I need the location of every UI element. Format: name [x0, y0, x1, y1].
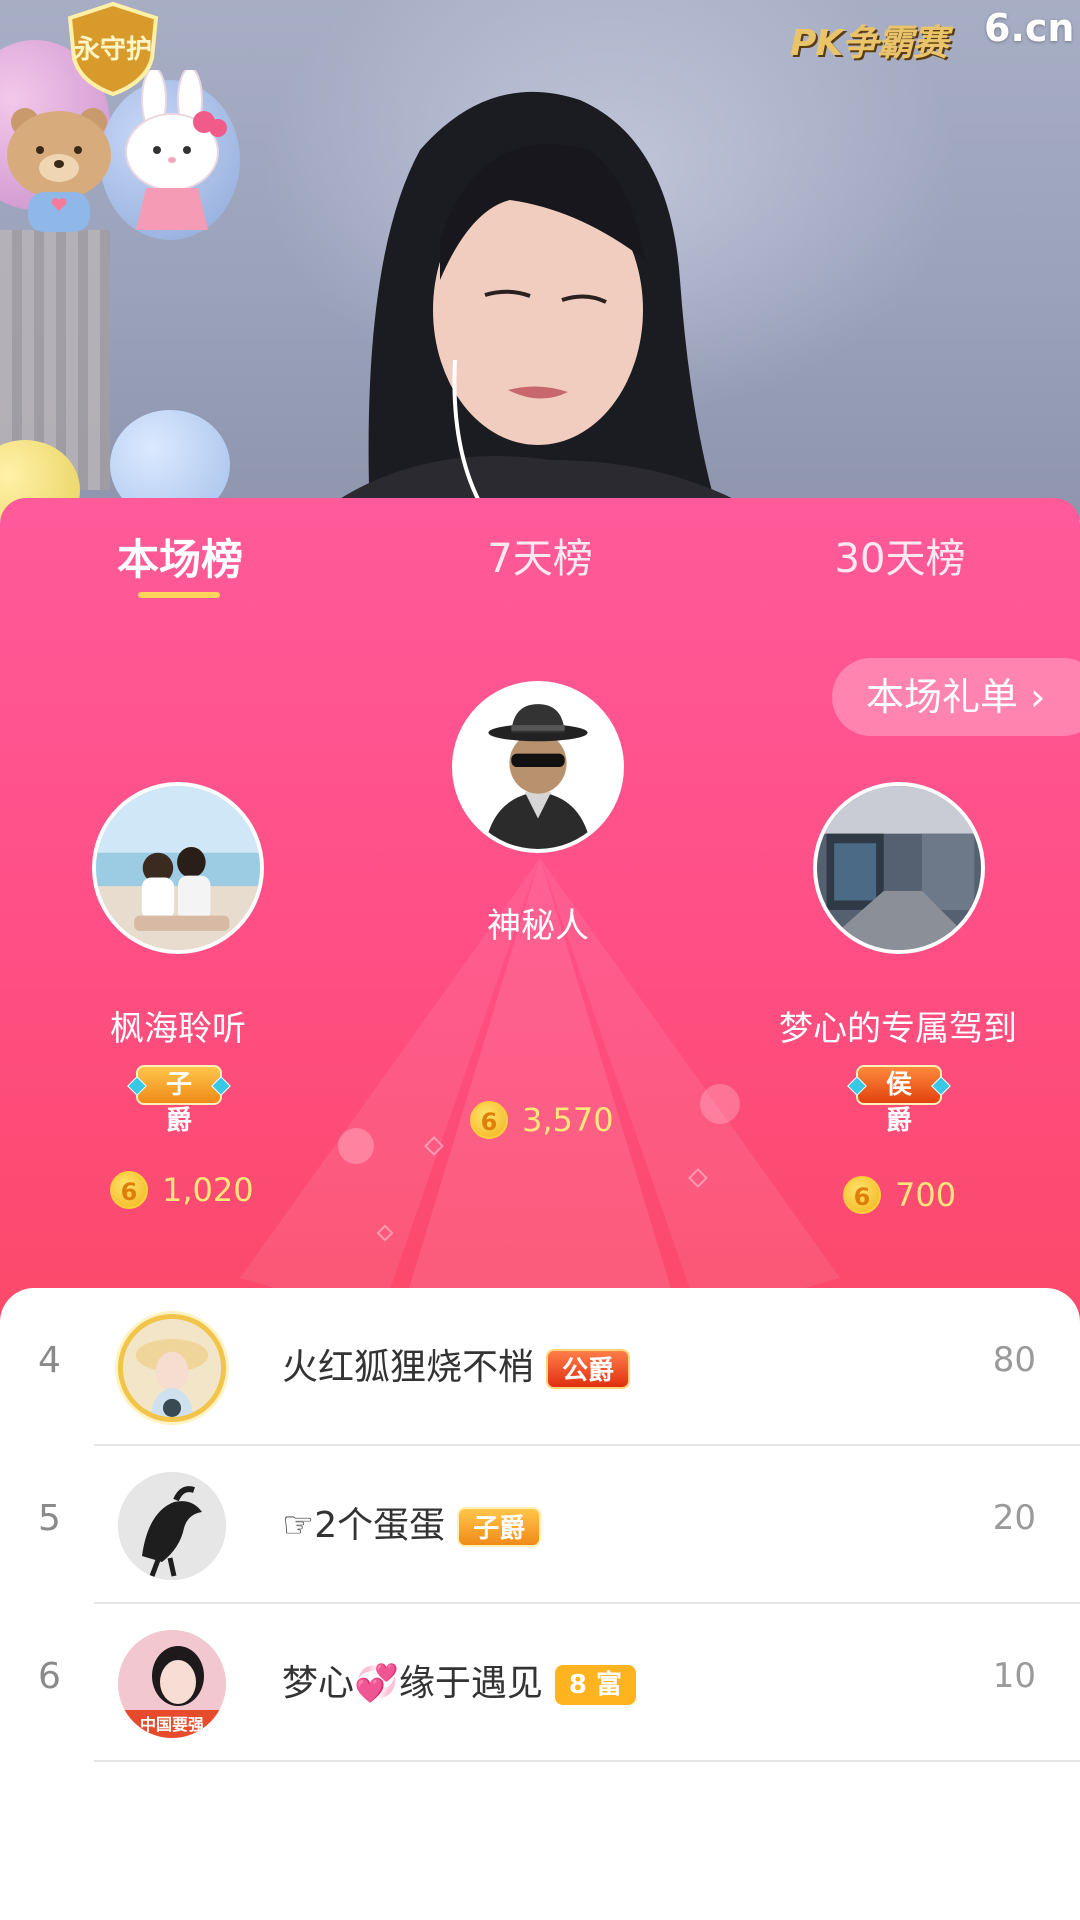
- tab-bar: 本场榜 7天榜 30天榜: [0, 498, 1080, 618]
- user-score: 80: [992, 1340, 1036, 1380]
- user-name: 梦心💞缘于遇见: [282, 1663, 543, 1704]
- mall-photo: [817, 786, 981, 950]
- selfie-avatar-photo: 中国要强: [118, 1630, 226, 1738]
- ranking-list: 4 火红狐狸烧不梢 公爵 80 5 ☞2个蛋蛋 子爵 20 6 中国要强 梦心💞…: [0, 1288, 1080, 1920]
- live-video[interactable]: 永守护 PK争霸赛 6.cn: [0, 0, 1080, 520]
- rank-number: 4: [38, 1340, 61, 1381]
- list-item[interactable]: 6 中国要强 梦心💞缘于遇见 8 富 10: [0, 1604, 1080, 1762]
- avatar-caption: 中国要强: [140, 1715, 204, 1734]
- list-item-name-wrap: ☞2个蛋蛋 子爵: [282, 1496, 542, 1548]
- coin-icon: 6: [470, 1101, 508, 1139]
- third-place-avatar[interactable]: [813, 782, 985, 954]
- tab-7-days[interactable]: 7天榜: [420, 526, 660, 584]
- avatar[interactable]: [118, 1472, 226, 1580]
- second-place-avatar[interactable]: [92, 782, 264, 954]
- cosplay-avatar-photo: [123, 1319, 221, 1417]
- viscount-badge: 子爵: [136, 1065, 222, 1136]
- site-logo: 6.cn: [984, 6, 1075, 50]
- tab-this-show[interactable]: 本场榜: [60, 526, 300, 587]
- coin-icon: 6: [843, 1176, 881, 1214]
- avatar[interactable]: 中国要强: [118, 1630, 226, 1738]
- guard-badge-text: 永守护: [74, 34, 152, 65]
- list-item[interactable]: 5 ☞2个蛋蛋 子爵 20: [0, 1446, 1080, 1604]
- user-name: ☞2个蛋蛋: [282, 1505, 446, 1546]
- marquis-badge: 侯爵: [856, 1065, 942, 1136]
- bunny-sticker-icon: [125, 70, 227, 230]
- viscount-badge: 子爵: [457, 1507, 542, 1547]
- duke-badge: 公爵: [546, 1349, 631, 1389]
- streamer-figure: [310, 91, 770, 520]
- tab-30-days[interactable]: 30天榜: [780, 526, 1020, 584]
- first-place-avatar[interactable]: [452, 681, 624, 853]
- user-score: 10: [992, 1656, 1036, 1696]
- beach-couple-photo: [96, 786, 260, 950]
- bear-sticker-icon: [7, 108, 111, 232]
- rank-number: 6: [38, 1656, 61, 1697]
- wealth-level-badge: 8 富: [554, 1665, 636, 1705]
- pk-logo: PK争霸赛: [790, 23, 948, 64]
- user-name: 火红狐狸烧不梢: [282, 1347, 535, 1388]
- user-score: 20: [992, 1498, 1036, 1538]
- horse-painting-photo: [118, 1472, 226, 1580]
- avatar[interactable]: [118, 1314, 226, 1422]
- rank-number: 5: [38, 1498, 61, 1539]
- coin-icon: 6: [110, 1171, 148, 1209]
- mysterious-person-icon: [456, 685, 620, 849]
- gift-list-button[interactable]: 本场礼单 ›: [832, 658, 1080, 736]
- list-item-name-wrap: 火红狐狸烧不梢 公爵: [282, 1338, 631, 1390]
- active-tab-indicator: [138, 592, 220, 598]
- third-place-name: 梦心的专属驾到: [779, 1009, 1017, 1049]
- second-place-score: 1,020: [162, 1171, 254, 1209]
- first-place-score: 3,570: [522, 1101, 614, 1139]
- divider: [94, 1760, 1080, 1762]
- second-place-name: 枫海聆听: [110, 1009, 246, 1049]
- guard-shield-icon: 永守护: [67, 1, 159, 96]
- list-item[interactable]: 4 火红狐狸烧不梢 公爵 80: [0, 1288, 1080, 1446]
- third-place-score: 700: [895, 1176, 957, 1214]
- first-place-name: 神秘人: [487, 906, 589, 946]
- list-item-name-wrap: 梦心💞缘于遇见 8 富: [282, 1654, 636, 1706]
